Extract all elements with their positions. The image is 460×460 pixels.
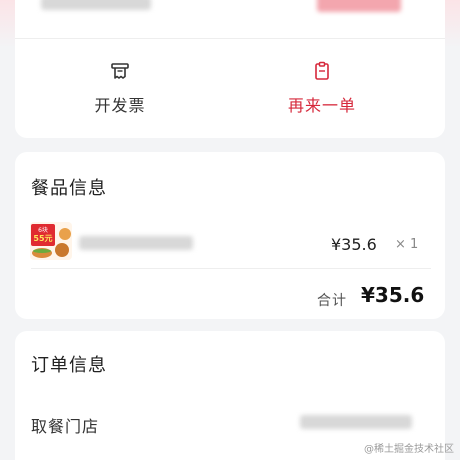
clipboard-icon xyxy=(315,61,329,80)
invoice-button[interactable]: 开发票 xyxy=(30,60,210,116)
total-value: ¥35.6 xyxy=(361,283,425,307)
card-divider xyxy=(15,38,445,39)
meal-item-price: ¥35.6 xyxy=(331,235,377,254)
pickup-store-value-blurred xyxy=(300,415,412,429)
meal-item-name-blurred xyxy=(79,236,193,250)
order-info-title: 订单信息 xyxy=(31,355,107,376)
total-label: 合计 xyxy=(317,293,347,309)
watermark: @稀土掘金技术社区 xyxy=(364,444,454,455)
reorder-label: 再来一单 xyxy=(287,96,356,115)
order-status-blurred xyxy=(317,0,401,12)
meal-item-quantity: × 1 xyxy=(395,237,419,252)
invoice-icon xyxy=(111,63,129,79)
meal-divider xyxy=(31,268,431,269)
svg-text:6块: 6块 xyxy=(38,226,48,234)
invoice-label: 开发票 xyxy=(94,96,146,115)
meal-item-thumbnail[interactable]: 6块 55元 xyxy=(30,222,72,260)
order-summary-card: 开发票 再来一单 xyxy=(15,0,445,138)
meal-info-title: 餐品信息 xyxy=(31,178,107,199)
pickup-store-label: 取餐门店 xyxy=(31,417,100,436)
meal-image-icon: 6块 55元 xyxy=(30,222,72,260)
svg-text:55元: 55元 xyxy=(33,234,52,243)
store-name-blurred xyxy=(41,0,151,10)
meal-info-card: 餐品信息 6块 55元 ¥35.6 × 1 合计 ¥35.6 xyxy=(15,152,445,319)
reorder-button[interactable]: 再来一单 xyxy=(232,60,412,116)
